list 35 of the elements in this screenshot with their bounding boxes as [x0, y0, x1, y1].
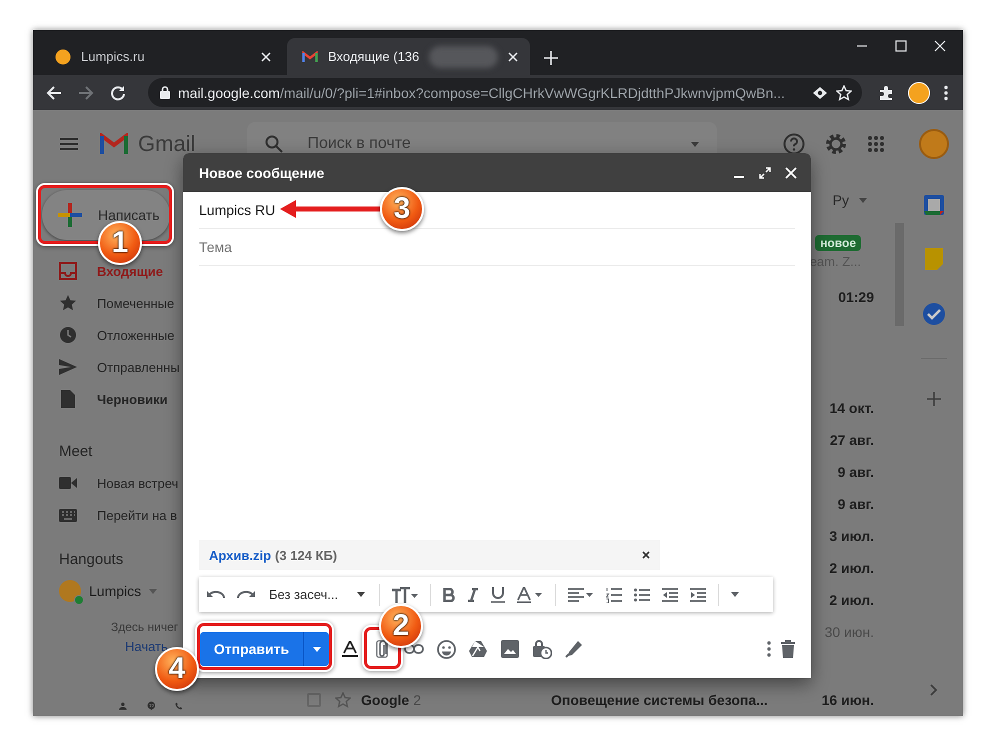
window-title: Новое сообщение	[199, 164, 326, 180]
section-title: Hangouts	[58, 550, 124, 570]
email-date: 16 июн.	[822, 692, 875, 708]
meet-item[interactable]: Новая встреч	[33, 467, 183, 499]
email-time: 01:29	[838, 289, 874, 305]
email-date: 2 июл.	[829, 560, 874, 576]
browser-tab[interactable]: Входящие (136	[287, 38, 530, 75]
font-dropdown[interactable]: Без засеч...	[267, 587, 367, 602]
search-input[interactable]: Поиск в почте	[305, 134, 670, 154]
address-bar[interactable]: mail.google.com/mail/u/0/?pli=1#inbox?compose=CllgCHrkVwWGgrKLRDjdtthPJkwnvjpmQwBn...	[148, 78, 862, 107]
sort-label[interactable]: Ру	[832, 192, 849, 208]
browser-tab[interactable]: Lumpics.ru	[40, 38, 283, 75]
folder-item[interactable]: Отложенные	[33, 319, 183, 351]
product-name: Gmail	[138, 131, 196, 157]
email-date: 9 авг.	[838, 464, 874, 480]
empty-text: Здесь ничег	[111, 620, 178, 634]
attachment-size: (3 124 КБ)	[275, 548, 338, 562]
folder-item[interactable]: Отправленны	[33, 351, 183, 383]
email-subject: Оповещение системы безопа...	[551, 692, 768, 708]
attachment-name[interactable]: Архив.zip	[209, 548, 272, 562]
folder-item[interactable]: Черновики	[33, 383, 183, 415]
section-title: Meet	[58, 442, 94, 462]
email-date: 14 окт.	[829, 400, 874, 416]
email-date: 3 июл.	[829, 528, 874, 544]
url-text: mail.google.com/mail/u/0/?pli=1#inbox?compose=CllgCHrkVwWGgrKLRDjdtthPJkwnvjpmQwBn...	[178, 84, 786, 100]
email-sender: Google	[361, 692, 410, 708]
user-name[interactable]: Lumpics	[89, 583, 142, 599]
email-date: 9 авг.	[838, 496, 874, 512]
folder-item[interactable]: Помеченные	[33, 287, 183, 319]
email-date: 27 авг.	[830, 432, 874, 448]
attachment-chip[interactable]: Архив.zip (3 124 КБ)	[199, 540, 660, 570]
recipient-field[interactable]: Lumpics RU	[199, 202, 276, 218]
meet-item[interactable]: Перейти на в	[33, 499, 183, 531]
label-badge: новое	[815, 235, 861, 251]
email-date: 2 июл.	[829, 592, 874, 608]
